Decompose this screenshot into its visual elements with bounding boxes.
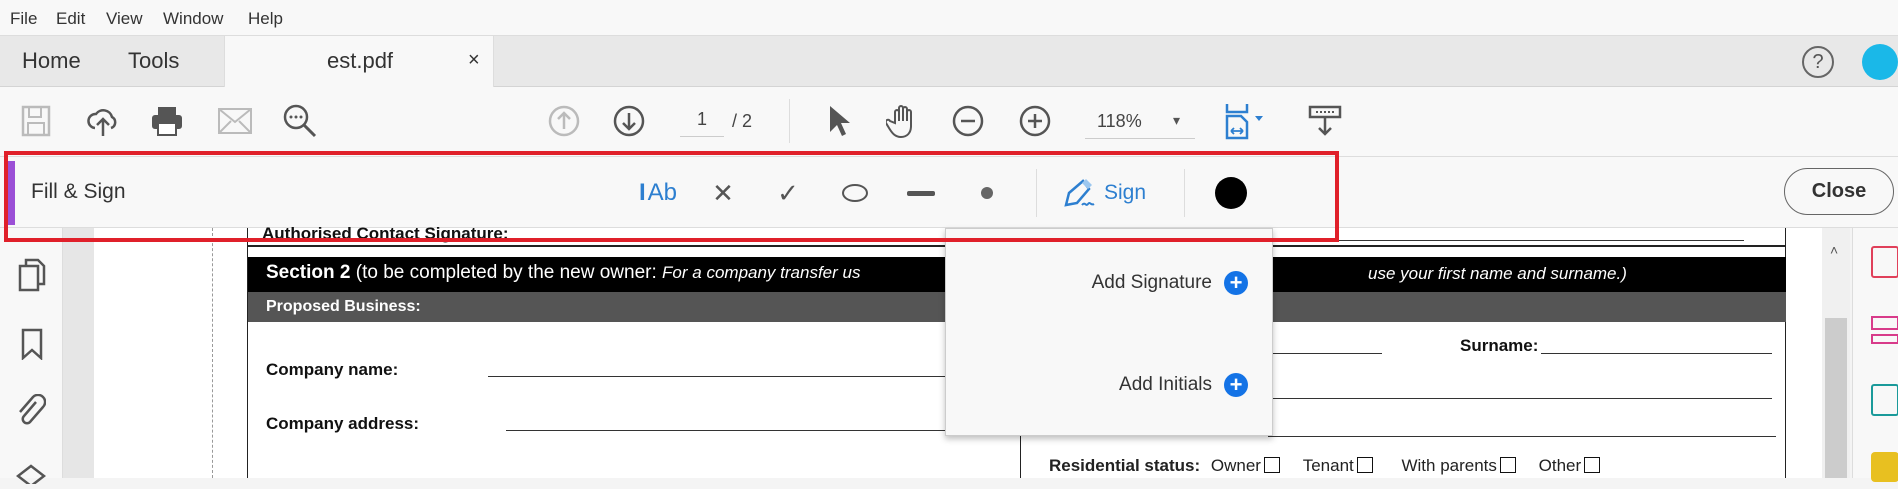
- page-total: / 2: [732, 111, 753, 131]
- contact-signature-label: Authorised Contact Signature:: [262, 224, 509, 243]
- organize-pages-icon-part: [1871, 334, 1898, 344]
- page-thumbnails-icon[interactable]: [18, 258, 46, 297]
- left-nav-panel: [0, 228, 63, 488]
- section-italic-left: For a company transfer us: [662, 263, 861, 282]
- add-initials-item[interactable]: Add Initials +: [1119, 373, 1248, 397]
- layers-icon[interactable]: [15, 464, 47, 489]
- zoom-value: 118%: [1097, 111, 1142, 131]
- upload-cloud-icon[interactable]: [85, 103, 121, 139]
- zoom-select[interactable]: 118% ▾: [1085, 107, 1195, 139]
- zoom-in-icon[interactable]: [1017, 103, 1053, 139]
- print-icon[interactable]: [149, 103, 185, 139]
- save-icon[interactable]: [18, 103, 54, 139]
- menu-help[interactable]: Help: [248, 9, 283, 29]
- previous-page-icon[interactable]: [546, 103, 582, 139]
- add-signature-label: Add Signature: [1091, 272, 1212, 293]
- menu-bar: File Edit View Window Help: [0, 0, 1898, 36]
- section-note: (to be completed by the new owner:: [350, 262, 663, 283]
- right-tools-panel: [1852, 228, 1898, 482]
- company-address-field[interactable]: [506, 430, 951, 431]
- status-owner[interactable]: Owner: [1211, 456, 1280, 475]
- create-pdf-icon[interactable]: [1871, 246, 1898, 278]
- sign-button[interactable]: Sign: [1062, 175, 1172, 211]
- tab-bar: Home Tools est.pdf × ?: [0, 36, 1898, 87]
- other-checkbox[interactable]: [1584, 457, 1601, 473]
- company-name-label: Company name:: [266, 360, 399, 379]
- tab-document[interactable]: est.pdf ×: [224, 36, 494, 87]
- tab-document-label: est.pdf: [327, 48, 394, 73]
- add-signature-item[interactable]: Add Signature +: [1092, 271, 1248, 295]
- status-tenant[interactable]: Tenant: [1303, 456, 1373, 475]
- vertical-scrollbar[interactable]: ˄: [1822, 228, 1850, 478]
- status-with-parents[interactable]: With parents: [1401, 456, 1516, 475]
- fill-sign-toolbar: Fill & Sign I Ab ✕ ✓ Sign Close: [0, 157, 1898, 228]
- bookmarks-icon[interactable]: [20, 328, 44, 365]
- menu-edit[interactable]: Edit: [56, 9, 85, 29]
- company-name-field[interactable]: [488, 376, 948, 377]
- fit-page-width-icon[interactable]: [1222, 103, 1272, 140]
- tab-tools[interactable]: Tools: [128, 48, 179, 74]
- plus-circle-icon: +: [1224, 271, 1248, 295]
- search-icon[interactable]: [282, 103, 318, 139]
- line-tool[interactable]: [905, 175, 937, 211]
- select-pointer-icon[interactable]: [820, 103, 856, 139]
- hand-tool-icon[interactable]: [885, 103, 921, 139]
- color-picker[interactable]: [1214, 175, 1248, 211]
- zoom-out-icon[interactable]: [950, 103, 986, 139]
- organize-pages-icon[interactable]: [1871, 316, 1898, 330]
- next-page-icon[interactable]: [611, 103, 647, 139]
- toolbar: 1 / 2 118% ▾: [0, 87, 1898, 157]
- status-other[interactable]: Other: [1539, 456, 1601, 475]
- email-icon[interactable]: [217, 103, 253, 139]
- page-number-input[interactable]: 1: [680, 109, 724, 137]
- with-parents-checkbox[interactable]: [1499, 457, 1516, 473]
- ellipse-tool[interactable]: [839, 175, 871, 211]
- surname-label: Surname:: [1460, 336, 1539, 355]
- help-icon[interactable]: ?: [1802, 46, 1834, 78]
- menu-window[interactable]: Window: [163, 9, 223, 29]
- avatar[interactable]: [1862, 44, 1898, 80]
- sign-label: Sign: [1104, 181, 1147, 204]
- tenant-checkbox[interactable]: [1356, 457, 1373, 473]
- section-italic-right: use your first name and surname.): [1368, 264, 1627, 283]
- checkmark-tool[interactable]: ✓: [772, 175, 804, 211]
- close-button[interactable]: Close: [1784, 168, 1894, 215]
- tab-home[interactable]: Home: [22, 48, 81, 74]
- pen-sign-icon: [1064, 179, 1095, 207]
- owner-checkbox[interactable]: [1263, 457, 1280, 473]
- section-title: Section 2: [266, 262, 351, 283]
- chevron-down-icon: ▾: [1173, 112, 1181, 128]
- read-mode-icon[interactable]: [1307, 103, 1343, 139]
- add-text-label: Ab: [647, 179, 678, 206]
- sign-dropdown-menu: Add Signature + Add Initials +: [945, 228, 1273, 436]
- export-pdf-icon[interactable]: [1871, 384, 1898, 416]
- menu-file[interactable]: File: [10, 9, 37, 29]
- page-gutter: [63, 228, 94, 478]
- add-text-tool[interactable]: I Ab: [636, 175, 680, 211]
- fill-sign-accent: [6, 161, 15, 225]
- plus-circle-icon: +: [1224, 373, 1248, 397]
- add-initials-label: Add Initials: [1119, 374, 1212, 395]
- scrollbar-thumb[interactable]: [1825, 318, 1847, 478]
- menu-view[interactable]: View: [106, 9, 143, 29]
- fill-sign-title: Fill & Sign: [31, 180, 126, 203]
- scroll-up-icon[interactable]: ˄: [1830, 242, 1838, 258]
- page-edge: [212, 228, 213, 478]
- attachments-icon[interactable]: [16, 393, 47, 433]
- company-address-label: Company address:: [266, 414, 420, 433]
- cross-mark-tool[interactable]: ✕: [707, 175, 739, 211]
- residential-status: Residential status: Owner Tenant With pa…: [1049, 456, 1601, 476]
- dot-tool[interactable]: [971, 175, 1003, 211]
- close-tab-icon[interactable]: ×: [468, 49, 480, 72]
- residential-status-label: Residential status:: [1049, 456, 1201, 475]
- ink-color-swatch: [1215, 177, 1247, 209]
- surname-field[interactable]: [1541, 353, 1772, 354]
